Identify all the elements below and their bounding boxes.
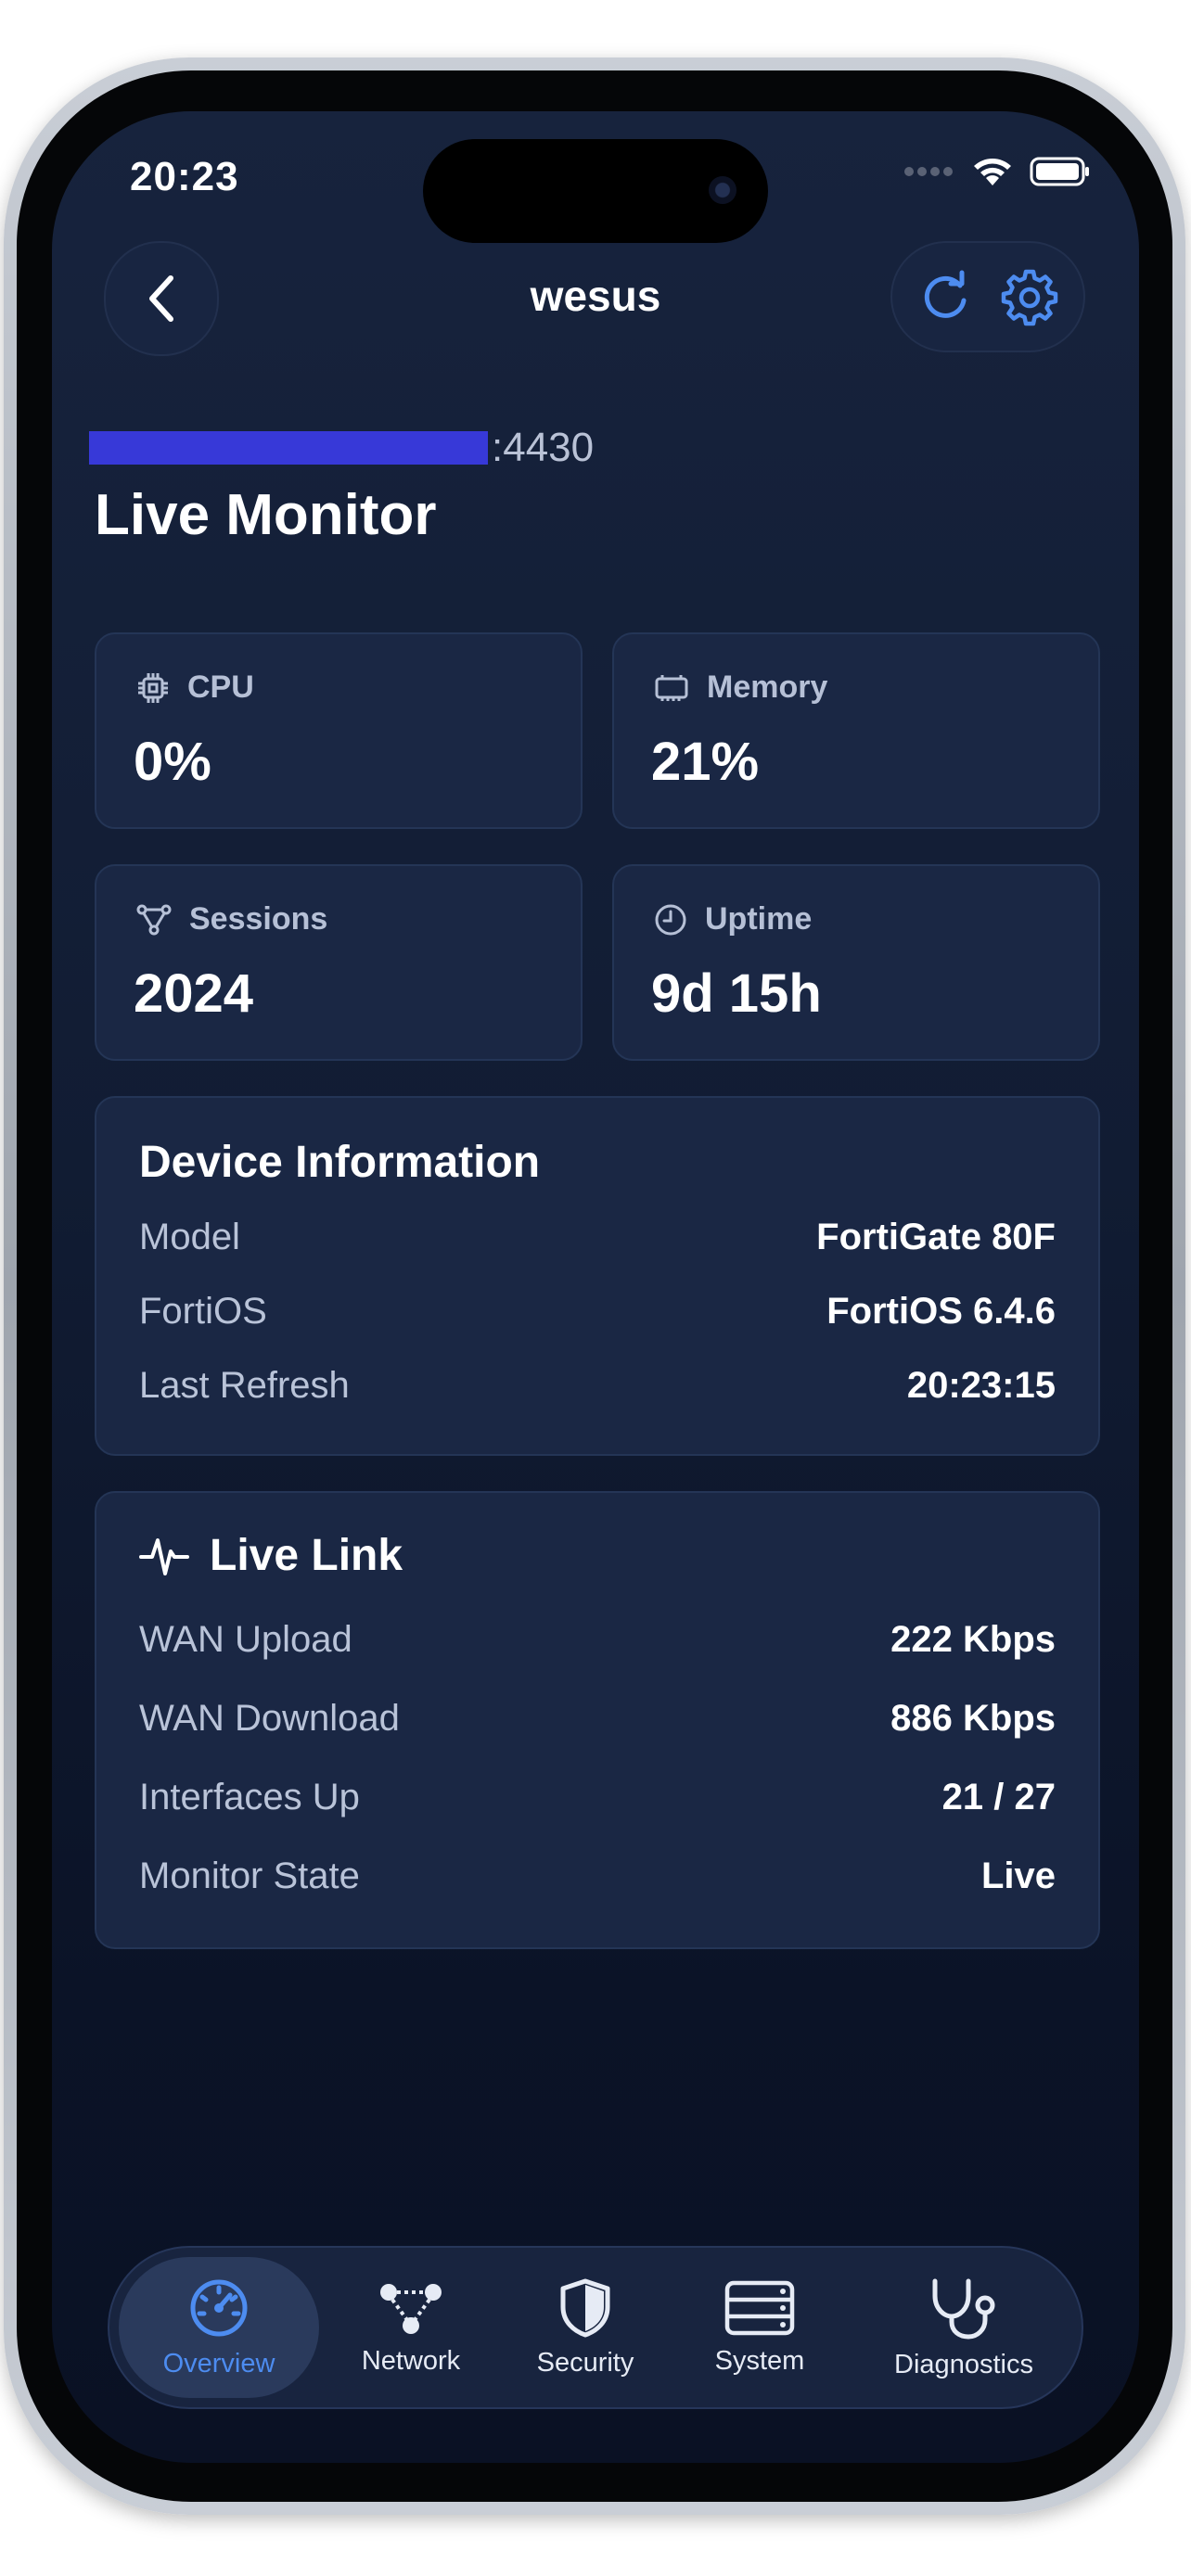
nav-actions [890, 241, 1085, 352]
stat-label: Memory [707, 670, 828, 705]
live-link-header: Live Link [139, 1530, 403, 1581]
pulse-icon [139, 1537, 189, 1575]
live-link-title: Live Link [210, 1531, 403, 1580]
info-row-fortios: FortiOS FortiOS 6.4.6 [139, 1291, 1056, 1333]
page-title: Live Monitor [95, 483, 437, 547]
stat-label: Uptime [705, 901, 813, 937]
tab-overview[interactable]: Overview [119, 2257, 319, 2398]
wifi-icon [974, 159, 1011, 185]
memory-icon [655, 674, 688, 701]
shield-icon [560, 2278, 610, 2337]
gear-icon [1001, 269, 1058, 326]
tab-diagnostics[interactable]: Diagnostics [852, 2257, 1076, 2398]
info-row-monitor-state: Monitor State Live [139, 1855, 1056, 1897]
refresh-button[interactable] [916, 267, 975, 326]
tab-label: Diagnostics [894, 2349, 1033, 2379]
info-label: FortiOS [139, 1291, 267, 1332]
stat-label-row: Uptime [653, 901, 812, 937]
refresh-icon [924, 270, 967, 318]
stat-label: CPU [187, 670, 254, 705]
tab-label: Network [361, 2345, 461, 2376]
stat-card-sessions: Sessions 2024 [95, 864, 583, 1061]
stethoscope-icon [932, 2278, 995, 2340]
status-time: 20:23 [130, 154, 239, 199]
tab-label: Overview [162, 2348, 275, 2378]
stat-label: Sessions [189, 901, 328, 937]
settings-button[interactable] [999, 266, 1060, 327]
info-value: FortiGate 80F [816, 1217, 1056, 1257]
server-icon [724, 2280, 795, 2335]
stat-value: 21% [651, 732, 760, 792]
host-port: :4430 [492, 425, 595, 470]
info-label: Last Refresh [139, 1365, 350, 1406]
sessions-icon [136, 904, 172, 935]
info-row-interfaces-up: Interfaces Up 21 / 27 [139, 1777, 1056, 1818]
device-info-card: Device Information Model FortiGate 80F F… [95, 1096, 1100, 1456]
camera-icon [709, 176, 736, 204]
host-address: :4430 [89, 425, 594, 471]
info-value: 222 Kbps [890, 1619, 1056, 1660]
info-value: FortiOS 6.4.6 [826, 1291, 1056, 1332]
stat-label-row: Sessions [135, 901, 327, 937]
stat-label-row: Memory [653, 670, 827, 706]
info-value: 20:23:15 [906, 1365, 1056, 1406]
dynamic-island [423, 139, 768, 243]
speedometer-icon [190, 2279, 248, 2336]
tab-bar: Overview Network Security System Diagnos… [108, 2246, 1083, 2409]
live-link-card: Live Link WAN Upload 222 Kbps WAN Downlo… [95, 1491, 1100, 1949]
status-icons [903, 156, 1091, 187]
stat-card-memory: Memory 21% [612, 632, 1100, 829]
tab-network[interactable]: Network [328, 2257, 493, 2398]
stat-label-row: CPU [135, 670, 254, 706]
stat-value: 2024 [134, 963, 254, 1024]
info-row-wan-download: WAN Download 886 Kbps [139, 1698, 1056, 1740]
cpu-icon [138, 672, 168, 703]
clock-icon [655, 904, 686, 935]
device-info-title: Device Information [139, 1138, 541, 1187]
info-label: WAN Download [139, 1698, 400, 1739]
tab-label: Security [536, 2347, 634, 2378]
stat-value: 0% [134, 732, 211, 792]
app-screen: 20:23 wesus:4430 Live Monitor CPU 0% Me… [52, 111, 1139, 2463]
battery-icon [1030, 157, 1089, 186]
info-row-wan-upload: WAN Upload 222 Kbps [139, 1619, 1056, 1661]
info-value: Live [980, 1855, 1056, 1896]
info-row-last-refresh: Last Refresh 20:23:15 [139, 1365, 1056, 1407]
info-label: Interfaces Up [139, 1777, 360, 1817]
info-value: 886 Kbps [890, 1698, 1056, 1739]
tab-security[interactable]: Security [503, 2257, 668, 2398]
info-row-model: Model FortiGate 80F [139, 1217, 1056, 1258]
network-icon [380, 2283, 442, 2334]
stat-card-uptime: Uptime 9d 15h [612, 864, 1100, 1061]
info-value: 21 / 27 [941, 1777, 1056, 1817]
info-label: Model [139, 1217, 240, 1257]
info-label: WAN Upload [139, 1619, 352, 1660]
stat-card-cpu: CPU 0% [95, 632, 583, 829]
tab-label: System [714, 2345, 805, 2376]
cellular-signal-icon [904, 167, 953, 176]
stat-value: 9d 15h [651, 963, 822, 1024]
redacted-host [89, 431, 488, 465]
info-label: Monitor State [139, 1855, 360, 1896]
tab-system[interactable]: System [677, 2257, 842, 2398]
